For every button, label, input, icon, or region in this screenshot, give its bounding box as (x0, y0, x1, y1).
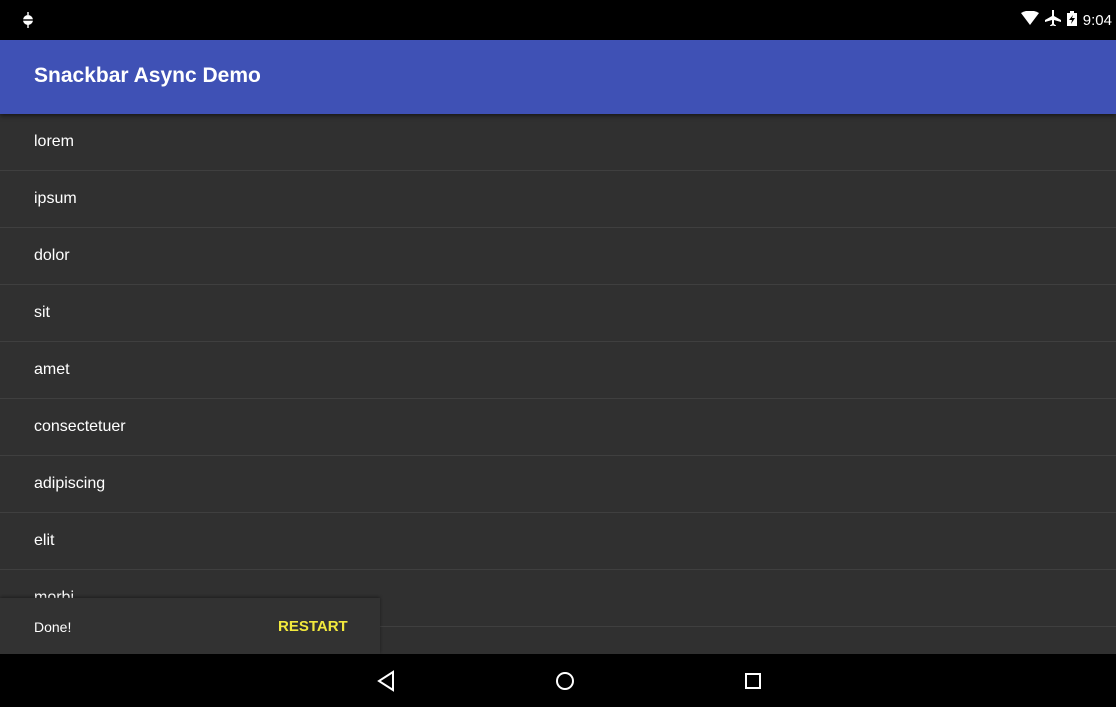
list-item-label: elit (34, 532, 55, 549)
status-time: 9:04 (1082, 11, 1112, 29)
home-icon[interactable] (550, 666, 580, 696)
list-item-label: consectetuer (34, 418, 126, 435)
app-title: Snackbar Async Demo (34, 64, 261, 87)
restart-button[interactable]: RESTART (278, 618, 348, 635)
list-item[interactable]: elit (0, 513, 1116, 570)
list-item-label: ipsum (34, 190, 77, 207)
list-item-label: lorem (34, 133, 75, 150)
wifi-icon (1020, 10, 1039, 29)
recents-icon[interactable] (738, 666, 768, 696)
list-item-label: adipiscing (34, 475, 106, 492)
snackbar-message: Done! (34, 619, 72, 635)
list-item-label: amet (34, 361, 70, 378)
list-item[interactable]: ipsum (0, 171, 1116, 228)
app-bar: Snackbar Async Demo (0, 40, 1116, 114)
back-icon[interactable] (371, 666, 401, 696)
list-item-label: sit (34, 304, 50, 321)
list-item[interactable]: consectetuer (0, 399, 1116, 456)
airplane-mode-icon (1044, 10, 1061, 30)
android-debug-icon (22, 12, 34, 33)
list-item[interactable]: amet (0, 342, 1116, 399)
item-list[interactable]: lorem ipsum dolor sit amet consectetuer … (0, 114, 1116, 654)
list-item[interactable]: dolor (0, 228, 1116, 285)
list-item[interactable]: adipiscing (0, 456, 1116, 513)
list-item[interactable]: lorem (0, 114, 1116, 171)
list-item[interactable]: sit (0, 285, 1116, 342)
status-bar: 9:04 (0, 0, 1116, 40)
navigation-bar (0, 654, 1116, 707)
battery-charging-icon (1066, 10, 1077, 30)
list-item-label: dolor (34, 247, 70, 264)
snackbar: Done! RESTART (0, 598, 380, 654)
